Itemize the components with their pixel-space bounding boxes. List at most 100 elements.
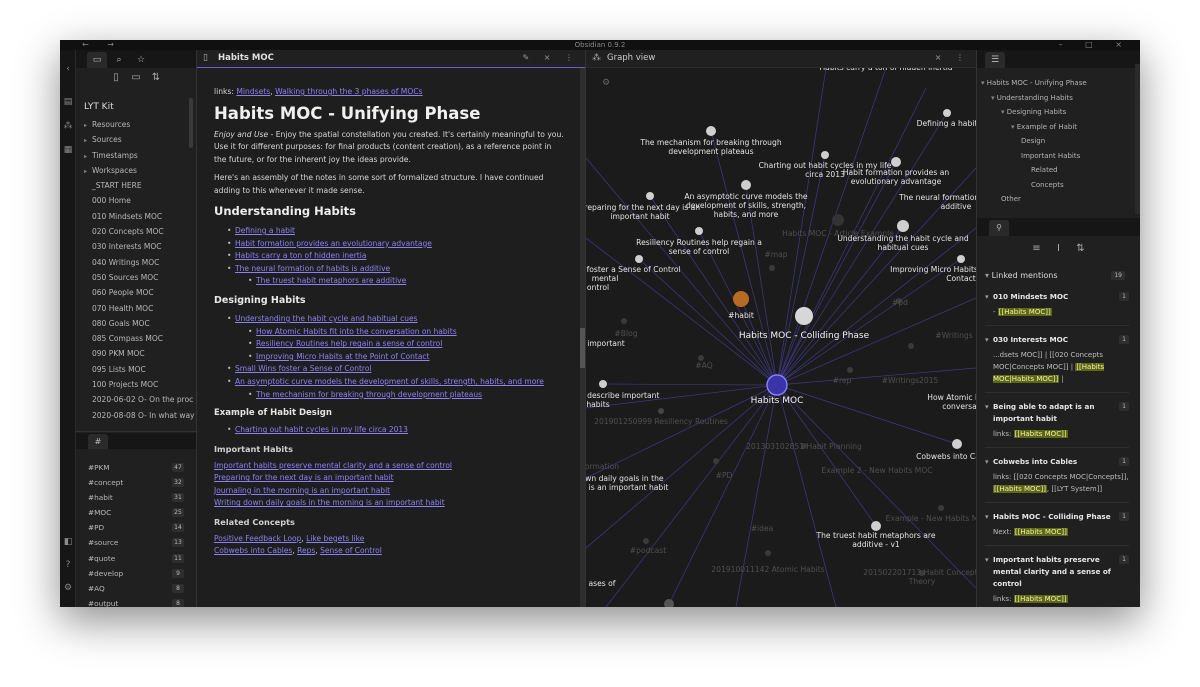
graph-node-label[interactable]: #habit xyxy=(728,311,754,320)
graph-node-label[interactable]: Defining a habit xyxy=(917,119,976,128)
graph-node-label[interactable]: #podcast xyxy=(630,546,666,555)
file-tree-item[interactable]: 020 Concepts MOC xyxy=(84,224,196,239)
mention-title[interactable]: Important habits preserve mental clarity… xyxy=(993,554,1129,590)
outline-item[interactable]: ▾ Understanding Habits xyxy=(981,91,1121,106)
internal-link[interactable]: The truest habit metaphors are additive xyxy=(256,276,406,285)
graph-node-label[interactable]: habitual cues xyxy=(878,243,929,252)
graph-node-label[interactable]: #PD xyxy=(716,471,733,480)
graph-node-label[interactable]: Resiliency Routines help regain a xyxy=(636,238,762,247)
sort-icon[interactable]: ⇅ xyxy=(146,72,166,83)
file-tree-item[interactable]: 040 Writings MOC xyxy=(84,255,196,270)
graph-settings-icon[interactable]: ⚙ xyxy=(602,78,610,88)
graph-node-label[interactable]: #rep xyxy=(833,376,852,385)
graph-node-label[interactable]: 201303102851 Habit Planning xyxy=(746,442,862,451)
graph-node-label[interactable]: g down daily goals in the xyxy=(586,474,664,483)
tag-icon[interactable]: # xyxy=(88,434,108,449)
outline-item[interactable]: Concepts xyxy=(981,178,1121,193)
pane-actions[interactable]: ✎ × ⋮ xyxy=(523,53,580,62)
link-mindsets[interactable]: Mindsets xyxy=(236,87,270,96)
internal-link[interactable]: Preparing for the next day is an importa… xyxy=(214,473,394,482)
graph-canvas[interactable]: Habits MOC Habits MOC - Colliding Phase #h… xyxy=(586,68,976,607)
quick-switcher-icon[interactable]: ▤ xyxy=(63,97,73,107)
graph-node-label[interactable]: #Writings xyxy=(935,331,972,340)
mention-highlight[interactable]: [[Habits MOC]] xyxy=(1013,595,1068,603)
node[interactable] xyxy=(821,151,829,159)
tag-item[interactable]: #MOC 25 xyxy=(88,505,184,520)
file-tree-item[interactable]: 010 Mindsets MOC xyxy=(84,209,196,224)
file-tree-item[interactable]: ▸ Resources xyxy=(84,117,196,132)
collapse-results-icon[interactable]: ≡ xyxy=(1026,243,1048,254)
internal-link[interactable]: An asymptotic curve models the developme… xyxy=(235,377,544,386)
node[interactable] xyxy=(891,157,901,167)
link-like-begets[interactable]: Like begets like xyxy=(306,534,364,543)
graph-node-label[interactable]: Example - New Habits M xyxy=(886,514,976,523)
file-tree-item[interactable]: 2020-08-08 O- In what way xyxy=(84,408,196,423)
graph-pane-actions[interactable]: × ⋮ xyxy=(935,53,970,62)
node-dim[interactable] xyxy=(765,550,771,556)
graph-node-label[interactable]: ll Wins foster a Sense of Control xyxy=(586,265,681,274)
mention-title[interactable]: Habits MOC - Colliding Phase xyxy=(993,511,1129,523)
graph-node-label[interactable]: The neural formation of xyxy=(898,193,976,202)
mention-item[interactable]: 030 Interests MOC1 ...dsets MOC]] | [[020… xyxy=(985,331,1129,393)
link-phases[interactable]: Walking through the 3 phases of MOCs xyxy=(275,87,423,96)
internal-link[interactable]: Habit formation provides an evolutionary… xyxy=(235,239,432,248)
graph-node-label[interactable]: circa 2013 xyxy=(805,170,845,179)
graph-node-label[interactable]: ning is an important habit xyxy=(586,483,668,492)
node[interactable] xyxy=(871,521,881,531)
mention-highlight[interactable]: [[Habits MOC]] xyxy=(997,308,1052,316)
file-tree-item[interactable]: 2020-06-02 O- On the proc xyxy=(84,392,196,407)
file-tree-item[interactable]: 080 Goals MOC xyxy=(84,316,196,331)
outline-scrollbar[interactable] xyxy=(1135,64,1140,214)
node-colliding[interactable] xyxy=(795,307,813,325)
file-tree-item[interactable]: 000 Home xyxy=(84,193,196,208)
graph-node-label[interactable]: Understanding the habit cycle and xyxy=(837,234,969,243)
outline-icon[interactable]: ☰ xyxy=(985,52,1005,68)
internal-link[interactable]: Resiliency Routines help regain a sense … xyxy=(256,339,442,348)
node-habit-tag[interactable] xyxy=(733,291,749,307)
internal-link[interactable]: Journaling in the morning is an importan… xyxy=(214,486,390,495)
graph-node-label[interactable]: Habit formation provides an xyxy=(843,168,950,177)
node-habits-moc[interactable] xyxy=(766,374,788,396)
graph-node-label[interactable]: important xyxy=(587,339,625,348)
file-tree-item[interactable]: 085 Compass MOC xyxy=(84,331,196,346)
outline-item[interactable]: ▾ Example of Habit xyxy=(981,120,1121,135)
link-reps[interactable]: Reps xyxy=(297,546,315,555)
linked-mentions-header[interactable]: ▾ Linked mentions 19 xyxy=(985,271,1125,280)
node[interactable] xyxy=(741,180,751,190)
node-dim[interactable] xyxy=(621,318,627,324)
link-feedback-loop[interactable]: Positive Feedback Loop xyxy=(214,534,301,543)
internal-link[interactable]: The mechanism for breaking through devel… xyxy=(256,390,482,399)
outline-item[interactable]: Related xyxy=(981,163,1121,178)
graph-node-label[interactable]: additive xyxy=(941,202,972,211)
collapse-icon[interactable]: ‹ xyxy=(63,64,73,74)
node[interactable] xyxy=(897,220,909,232)
search-icon[interactable]: ⌕ xyxy=(109,52,129,68)
graph-node-label[interactable]: Contact xyxy=(946,274,976,283)
graph-node-label[interactable]: 201910011142 Atomic Habits xyxy=(711,565,824,574)
graph-node-label[interactable]: Improving Micro Habits xyxy=(890,265,976,274)
graph-node-label[interactable]: 201502201713 Habit Concepts a xyxy=(863,568,976,577)
internal-link[interactable]: Writing down daily goals in the morning … xyxy=(214,498,445,507)
tag-item[interactable]: #concept 32 xyxy=(88,475,184,490)
node-dim[interactable] xyxy=(713,458,719,464)
node-dim[interactable] xyxy=(769,265,775,271)
node-dim[interactable] xyxy=(847,367,853,373)
node-dim[interactable] xyxy=(643,538,649,544)
graph-node-label[interactable]: #pd xyxy=(892,298,908,307)
outline-item[interactable]: Important Habits xyxy=(981,149,1121,164)
window-controls[interactable]: – □ × xyxy=(1059,40,1132,50)
internal-link[interactable]: The neural formation of habits is additi… xyxy=(235,264,390,273)
graph-node-label[interactable]: conversat xyxy=(942,402,976,411)
node[interactable] xyxy=(599,380,607,388)
mention-item[interactable]: Cobwebs into Cables1 links: [[020 Concept… xyxy=(985,453,1129,503)
mention-highlight[interactable]: [[Habits MOC]] xyxy=(993,485,1047,493)
file-tree-item[interactable]: 060 People MOC xyxy=(84,285,196,300)
node-dim[interactable] xyxy=(832,214,844,226)
graph-node-label[interactable]: The truest habit metaphors are xyxy=(815,531,935,540)
graph-node-label[interactable]: Habits MOC - Colliding Phase xyxy=(739,331,870,341)
internal-link[interactable]: Habits carry a ton of hidden inertia xyxy=(235,251,366,260)
graph-node-label[interactable]: development plateaus xyxy=(668,147,753,156)
graph-node-label[interactable]: mental xyxy=(592,274,619,283)
tag-item[interactable]: #source 13 xyxy=(88,535,184,550)
graph-node-label[interactable]: additive - v1 xyxy=(852,540,900,549)
